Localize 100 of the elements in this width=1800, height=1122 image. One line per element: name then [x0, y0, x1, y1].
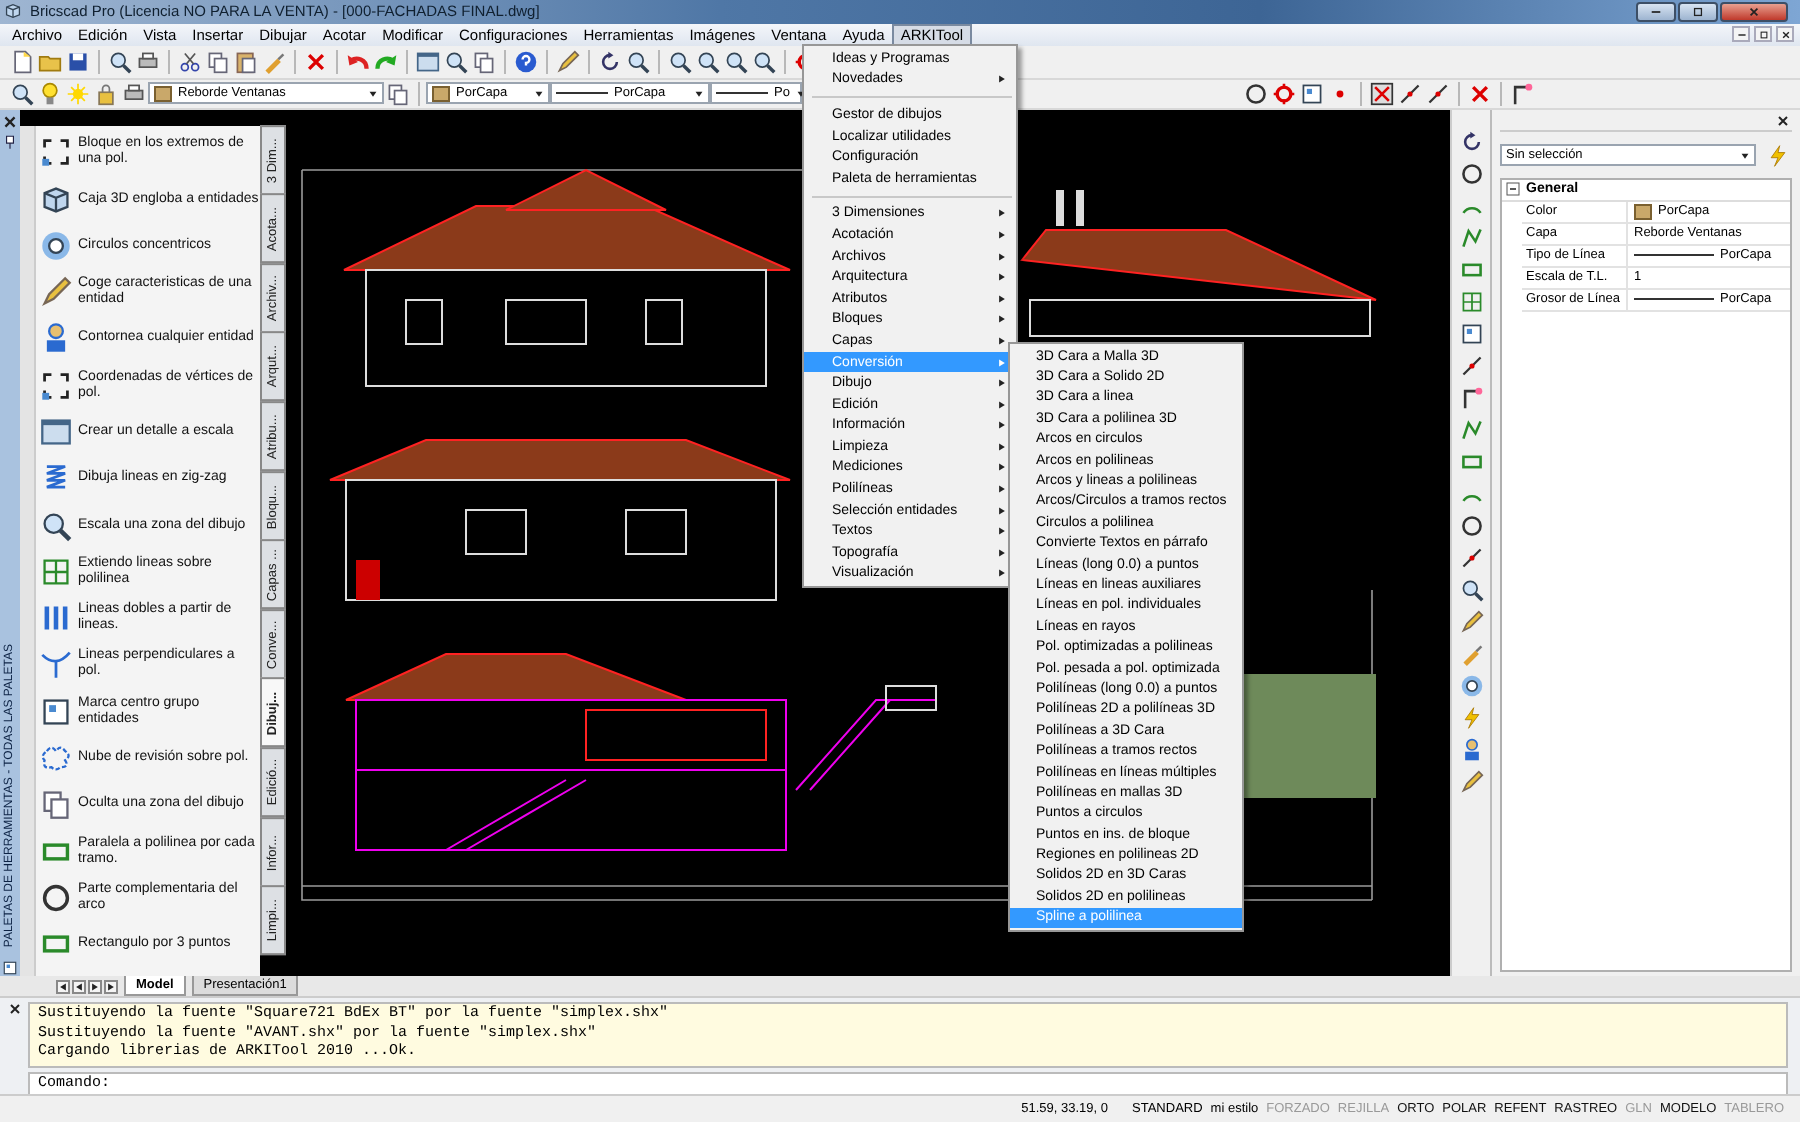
arc-icon[interactable]	[40, 881, 72, 914]
double-lines-icon[interactable]	[40, 602, 72, 635]
restore-icon	[1757, 29, 1769, 40]
document-restore-button[interactable]	[1754, 26, 1772, 43]
polyline-icon[interactable]	[1459, 225, 1483, 250]
caret-icon	[1740, 151, 1750, 160]
lightbulb-icon	[38, 81, 62, 106]
scroll-bar[interactable]	[20, 125, 36, 976]
brush-icon[interactable]	[262, 49, 286, 74]
center-mark-icon[interactable]	[40, 695, 72, 728]
corner-icon[interactable]	[1510, 81, 1534, 106]
window-icon[interactable]	[416, 49, 440, 74]
print-icon	[122, 81, 146, 106]
color-swatch	[154, 85, 172, 102]
zoom-icon[interactable]	[626, 49, 650, 74]
first-icon	[58, 981, 68, 992]
maximize-icon	[1690, 5, 1706, 18]
zoom-in-icon[interactable]	[668, 49, 692, 74]
line-sample	[1634, 298, 1714, 301]
cut-icon[interactable]	[178, 49, 202, 74]
close-icon[interactable]	[8, 1002, 22, 1017]
center-snap-icon[interactable]	[1272, 81, 1296, 106]
hatch-icon[interactable]	[1459, 673, 1483, 698]
caret-icon	[534, 89, 544, 98]
new-file-icon[interactable]	[10, 49, 34, 74]
close-icon	[1746, 5, 1762, 18]
next-icon	[90, 981, 100, 992]
extend-lines-icon[interactable]	[40, 555, 72, 588]
revision-cloud-icon[interactable]	[40, 742, 72, 775]
maximize-button[interactable]	[1678, 1, 1718, 22]
stair-detail-drawing	[795, 684, 937, 791]
palette-menu-icon[interactable]	[2, 959, 18, 976]
close-icon[interactable]	[1776, 113, 1790, 128]
figure-icon[interactable]	[1459, 737, 1483, 762]
fillet-icon[interactable]	[1459, 385, 1483, 410]
block-corners-icon[interactable]	[40, 136, 72, 169]
app-icon	[4, 2, 22, 21]
tangent-snap-icon[interactable]	[1426, 81, 1450, 106]
line-icon[interactable]	[1459, 353, 1483, 378]
lock-icon	[94, 81, 118, 106]
block-icon[interactable]	[1459, 321, 1483, 346]
hide-area-icon[interactable]	[40, 788, 72, 821]
print-preview-icon[interactable]	[108, 49, 132, 74]
grid-icon[interactable]	[1459, 289, 1483, 314]
color-swatch	[1634, 203, 1652, 220]
sun-icon	[66, 81, 90, 106]
detail-icon[interactable]	[40, 416, 72, 449]
last-icon	[106, 981, 116, 992]
zoom-icon[interactable]	[1459, 577, 1483, 602]
document-close-button[interactable]	[1776, 26, 1794, 43]
minimize-button[interactable]	[1636, 1, 1676, 22]
layer-manager-icon[interactable]	[10, 81, 34, 106]
caret-icon	[694, 89, 704, 98]
caret-icon	[368, 89, 378, 98]
help-icon[interactable]	[514, 49, 538, 74]
line-sample	[1634, 254, 1714, 257]
next-button[interactable]	[88, 979, 102, 994]
pin-icon[interactable]	[2, 133, 18, 150]
previous-layer-icon[interactable]	[386, 81, 410, 106]
no-snap-icon[interactable]	[1468, 81, 1492, 106]
color-swatch	[432, 85, 450, 102]
concentric-circles-icon[interactable]	[40, 229, 72, 262]
pencil-icon[interactable]	[40, 276, 72, 309]
copy-icon[interactable]	[206, 49, 230, 74]
cube-icon[interactable]	[40, 183, 72, 216]
document-minimize-button[interactable]	[1732, 26, 1750, 43]
snap-clear-icon[interactable]	[1370, 81, 1394, 106]
collapse-icon[interactable]	[1506, 182, 1520, 197]
orbit-icon[interactable]	[598, 49, 622, 74]
perpendicular-lines-icon[interactable]	[40, 648, 72, 681]
pencil-icon[interactable]	[1459, 609, 1483, 634]
quick-select-icon[interactable]	[1766, 143, 1790, 168]
insert-snap-icon[interactable]	[1300, 81, 1324, 106]
zigzag-icon[interactable]	[40, 462, 72, 495]
perpendicular-snap-icon[interactable]	[1398, 81, 1422, 106]
sketch-icon[interactable]	[1459, 769, 1483, 794]
last-button[interactable]	[104, 979, 118, 994]
pencil-icon[interactable]	[556, 49, 580, 74]
zoom-icon[interactable]	[40, 509, 72, 542]
rotate-icon[interactable]	[1459, 129, 1483, 154]
print-icon[interactable]	[136, 49, 160, 74]
submenu-arrow-icon	[998, 74, 1006, 85]
close-button[interactable]	[1720, 1, 1788, 22]
save-icon[interactable]	[66, 49, 90, 74]
spline-icon[interactable]	[1459, 417, 1483, 442]
minimize-icon	[1648, 5, 1664, 18]
vertices-icon[interactable]	[40, 369, 72, 402]
circle-icon[interactable]	[1459, 161, 1483, 186]
zoom-icon[interactable]	[444, 49, 468, 74]
previous-icon	[74, 981, 84, 992]
circle-snap-icon[interactable]	[1244, 81, 1268, 106]
paste-icon[interactable]	[234, 49, 258, 74]
windows-icon[interactable]	[472, 49, 496, 74]
xline-icon[interactable]	[1459, 545, 1483, 570]
photo-placeholder	[1240, 673, 1376, 798]
previous-button[interactable]	[72, 979, 86, 994]
donut-icon[interactable]	[1459, 513, 1483, 538]
close-icon[interactable]	[2, 113, 18, 130]
delete-icon[interactable]	[304, 49, 328, 74]
first-button[interactable]	[56, 979, 70, 994]
